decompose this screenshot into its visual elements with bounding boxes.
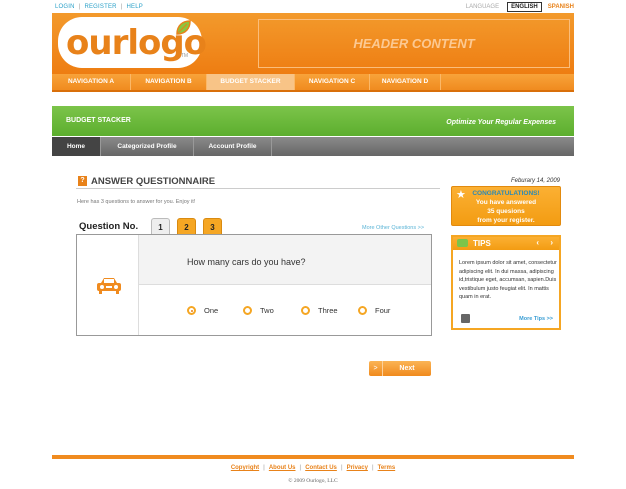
footer-link-terms[interactable]: Terms bbox=[378, 465, 396, 471]
logo[interactable]: ourlogo TM bbox=[58, 17, 207, 68]
banner-title: BUDGET STACKER bbox=[66, 117, 131, 124]
congratulations-line: You have answered bbox=[475, 199, 537, 206]
question-card: How many cars do you have? One Two Three… bbox=[76, 234, 432, 336]
radio-one[interactable] bbox=[187, 306, 196, 315]
main-navigation: NAVIGATION A NAVIGATION B BUDGET STACKER… bbox=[52, 74, 574, 92]
current-date: Feburary 14, 2009 bbox=[510, 178, 560, 184]
footer-links: Copyright | About Us | Contact Us | Privacy | Te… bbox=[0, 465, 626, 471]
tips-icon bbox=[457, 239, 468, 247]
footer-divider bbox=[52, 455, 574, 459]
separator: | bbox=[299, 465, 302, 471]
account-links: LOGIN | REGISTER | HELP bbox=[55, 4, 143, 10]
separator: | bbox=[371, 465, 374, 471]
leaf-icon bbox=[176, 20, 191, 35]
question-tab-3[interactable]: 3 bbox=[203, 218, 222, 235]
question-tab-1[interactable]: 1 bbox=[151, 218, 170, 235]
more-tips-link[interactable]: More Tips >> bbox=[519, 316, 553, 322]
option-label: Four bbox=[375, 306, 391, 315]
subnav-account-profile[interactable]: Account Profile bbox=[194, 137, 272, 156]
register-link[interactable]: REGISTER bbox=[84, 4, 116, 10]
option-label: Two bbox=[260, 306, 274, 315]
separator: | bbox=[263, 465, 265, 471]
option-label: Three bbox=[318, 306, 338, 315]
next-button[interactable]: > Next bbox=[369, 361, 431, 376]
page-subtitle: Here has 3 questions to answer for you. … bbox=[77, 199, 196, 205]
tips-header: TIPS ‹ › bbox=[453, 237, 559, 250]
footer-link-about-us[interactable]: About Us bbox=[269, 465, 296, 471]
next-button-label: Next bbox=[399, 365, 415, 372]
footer-link-privacy[interactable]: Privacy bbox=[347, 465, 368, 471]
section-heading: ? ANSWER QUESTIONNAIRE bbox=[76, 175, 440, 189]
language-label: LANGUAGE bbox=[465, 4, 500, 10]
trademark: TM bbox=[180, 53, 188, 59]
tips-title: TIPS bbox=[473, 239, 491, 248]
congratulations-title: CONGRATULATIONS! bbox=[472, 190, 540, 197]
language-switcher: LANGUAGE ENGLISH SPANISH bbox=[466, 2, 574, 12]
subnav-categorized-profile[interactable]: Categorized Profile bbox=[101, 137, 194, 156]
option-label: One bbox=[204, 306, 219, 315]
print-icon[interactable] bbox=[461, 314, 470, 323]
question-text: How many cars do you have? bbox=[187, 257, 306, 267]
question-header: How many cars do you have? bbox=[139, 235, 431, 285]
copyright-text: © 2009 Ourlogo, LLC bbox=[288, 478, 338, 484]
question-illustration bbox=[77, 235, 139, 335]
option-four[interactable]: Four bbox=[358, 306, 390, 315]
separator: | bbox=[340, 465, 343, 471]
login-link[interactable]: LOGIN bbox=[55, 4, 75, 10]
footer-link-copyright[interactable]: Copyright bbox=[231, 465, 259, 471]
nav-item-navigation-c[interactable]: NAVIGATION C bbox=[295, 74, 370, 90]
chevron-right-icon[interactable]: › bbox=[550, 238, 553, 247]
chevron-left-icon[interactable]: ‹ bbox=[536, 238, 539, 247]
question-icon: ? bbox=[78, 176, 87, 186]
header-content-area: HEADER CONTENT bbox=[258, 19, 570, 68]
congratulations-line: from your register. bbox=[477, 217, 535, 224]
radio-four[interactable] bbox=[358, 306, 367, 315]
congratulations-count: 35 quesions bbox=[487, 208, 525, 215]
radio-two[interactable] bbox=[243, 306, 252, 315]
question-tab-2[interactable]: 2 bbox=[177, 218, 196, 235]
arrow-right-icon: > bbox=[369, 361, 383, 376]
subnav-home[interactable]: Home bbox=[52, 137, 101, 156]
tips-panel: TIPS ‹ › Lorem ipsum dolor sit amet, con… bbox=[451, 235, 561, 330]
help-link[interactable]: HELP bbox=[126, 4, 142, 10]
tips-body: Lorem ipsum dolor sit amet, consectetur … bbox=[459, 260, 557, 300]
question-number-label: Question No. bbox=[79, 221, 139, 232]
option-two[interactable]: Two bbox=[243, 306, 274, 315]
footer-link-contact-us[interactable]: Contact Us bbox=[305, 465, 337, 471]
car-icon bbox=[97, 278, 121, 294]
language-spanish-button[interactable]: SPANISH bbox=[548, 4, 574, 10]
language-english-button[interactable]: ENGLISH bbox=[507, 2, 542, 12]
radio-three[interactable] bbox=[301, 306, 310, 315]
separator: | bbox=[120, 4, 123, 10]
banner-slogan: Optimize Your Regular Expenses bbox=[446, 119, 556, 126]
nav-item-navigation-b[interactable]: NAVIGATION B bbox=[131, 74, 207, 90]
congratulations-box: ★ CONGRATULATIONS! You have answered 35 … bbox=[451, 186, 561, 226]
option-three[interactable]: Three bbox=[301, 306, 338, 315]
more-questions-link[interactable]: More Other Questions >> bbox=[362, 225, 424, 231]
nav-item-navigation-a[interactable]: NAVIGATION A bbox=[52, 74, 131, 90]
site-header: ourlogo TM HEADER CONTENT bbox=[52, 13, 574, 74]
header-content-label: HEADER CONTENT bbox=[353, 36, 475, 51]
utility-bar: LOGIN | REGISTER | HELP LANGUAGE ENGLISH SPA… bbox=[52, 0, 574, 14]
nav-item-navigation-d[interactable]: NAVIGATION D bbox=[370, 74, 441, 90]
sub-navigation: Home Categorized Profile Account Profile bbox=[52, 137, 574, 156]
section-banner: BUDGET STACKER Optimize Your Regular Exp… bbox=[52, 106, 574, 136]
nav-item-budget-stacker[interactable]: BUDGET STACKER bbox=[207, 74, 295, 90]
separator: | bbox=[78, 4, 81, 10]
option-one[interactable]: One bbox=[187, 306, 218, 315]
page-title: ANSWER QUESTIONNAIRE bbox=[91, 176, 216, 187]
